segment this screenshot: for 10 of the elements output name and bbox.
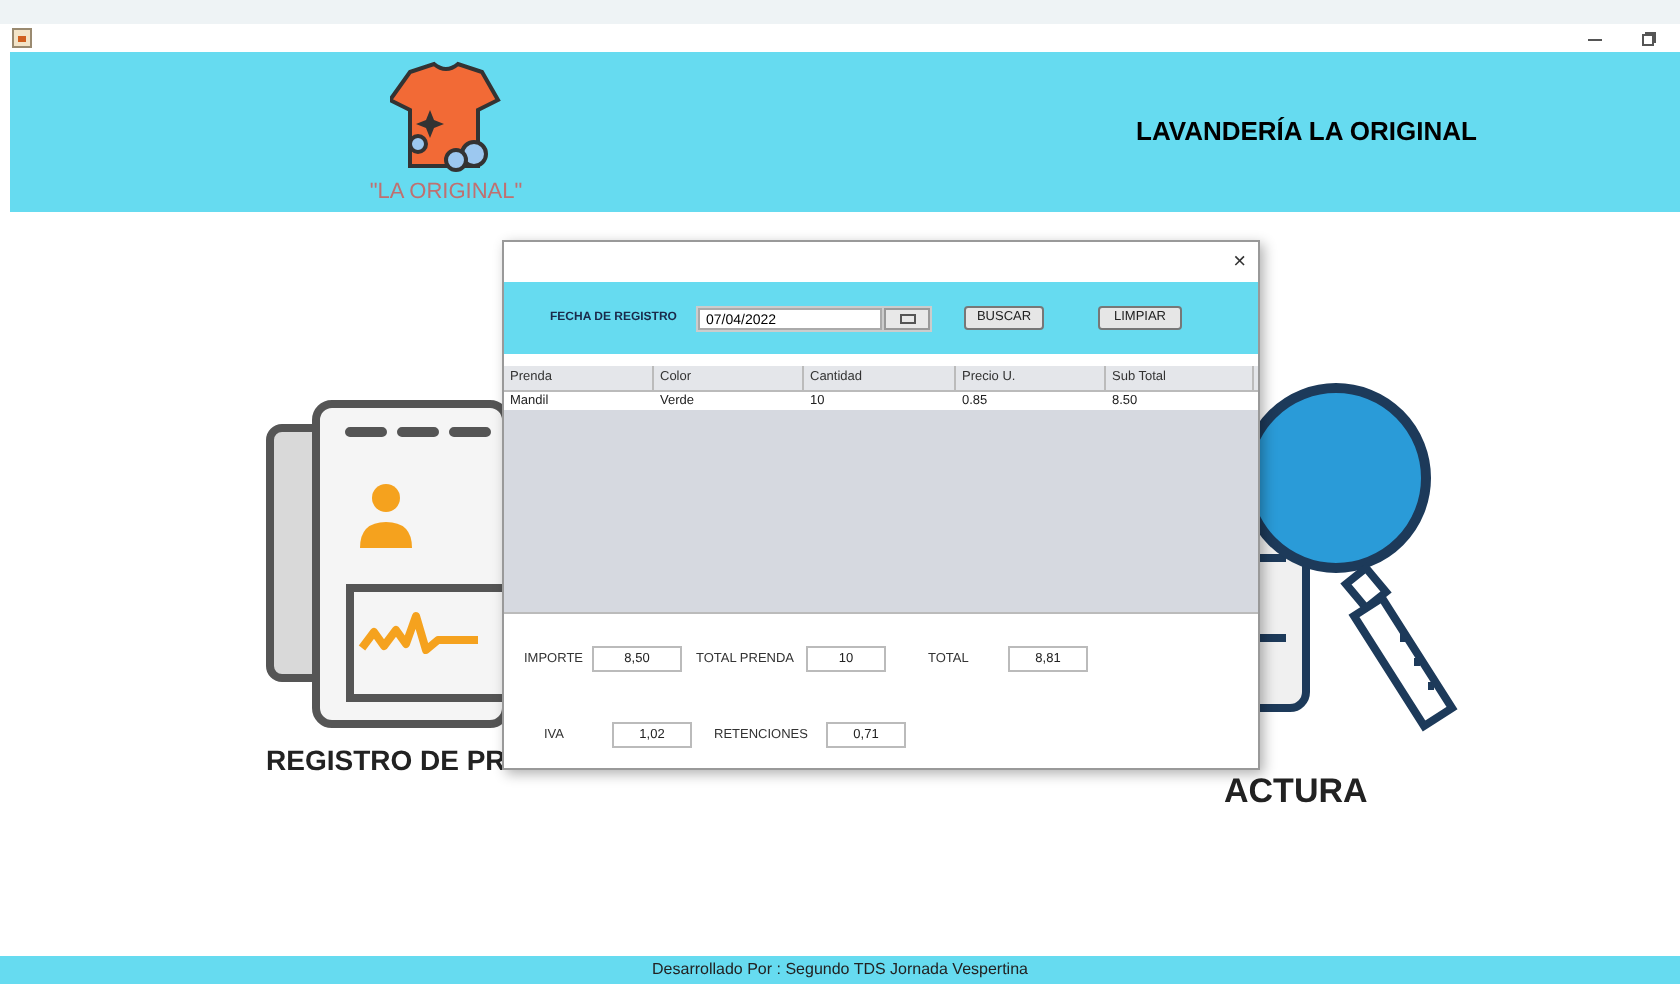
section-label: ACTURA bbox=[1224, 772, 1370, 812]
maximize-icon[interactable] bbox=[1642, 31, 1656, 45]
shirt-icon bbox=[390, 60, 502, 176]
calendar-button[interactable] bbox=[884, 307, 930, 329]
logo-caption: "LA ORIGINAL" bbox=[369, 180, 523, 204]
footer-text: Desarrollado Por : Segundo TDS Jornada Vespertina bbox=[652, 958, 1028, 982]
calendar-icon bbox=[899, 313, 915, 323]
close-button[interactable]: × bbox=[1229, 251, 1250, 273]
app-title: LAVANDERÍA LA ORIGINAL bbox=[1136, 114, 1477, 151]
app-icon bbox=[12, 28, 32, 48]
